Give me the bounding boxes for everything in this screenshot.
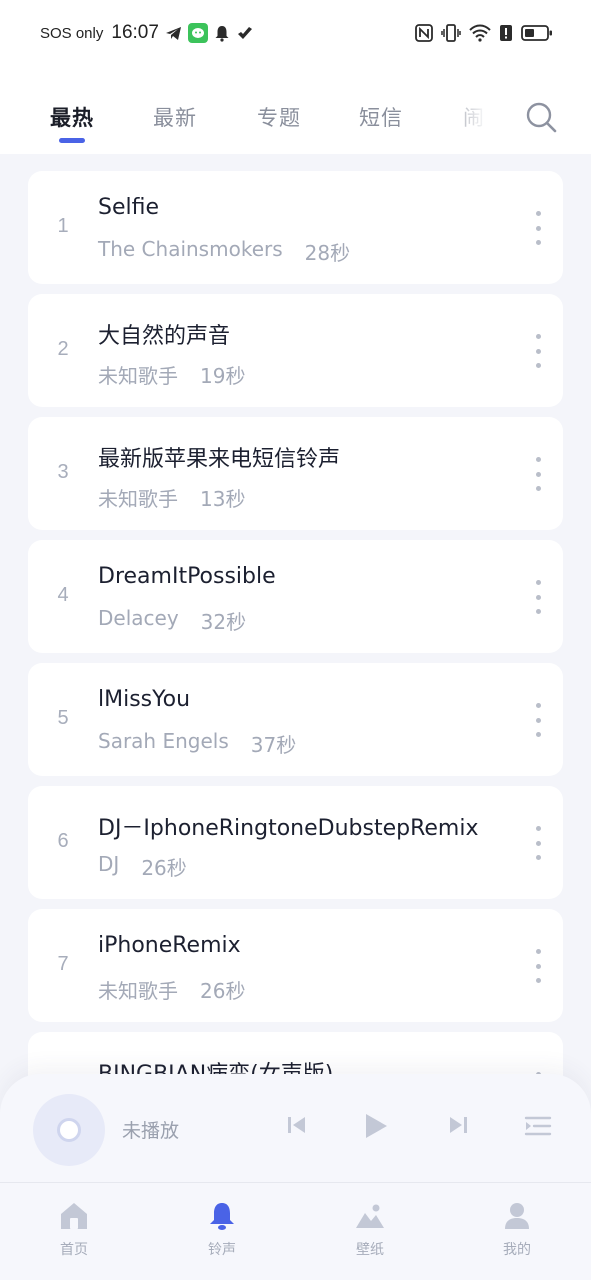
list-item[interactable]: 3 最新版苹果来电短信铃声 未知歌手 13秒 [28,417,563,530]
signal-alert-icon [499,24,513,42]
more-options-icon[interactable] [531,457,545,491]
wifi-icon [469,24,491,42]
tab-hot[interactable]: 最热 [50,102,94,132]
list-item[interactable]: 7 iPhoneRemix 未知歌手 26秒 [28,909,563,1022]
more-options-icon[interactable] [531,211,545,245]
carrier-text: SOS only [40,24,104,42]
ringtone-meta: Delacey 32秒 [98,606,246,635]
ringtone-meta: 未知歌手 13秒 [98,483,245,512]
tab-topics[interactable]: 专题 [257,102,301,132]
status-right [415,20,553,46]
more-options-icon[interactable] [531,580,545,614]
ringtone-artist: Sarah Engels [98,729,229,753]
more-options-icon[interactable] [531,826,545,860]
status-left: SOS only 16:07 [40,20,254,46]
ringtone-artist: DJ [98,852,120,876]
battery-icon [521,24,553,42]
ringtone-artist: 未知歌手 [98,487,178,511]
rank-number: 7 [57,953,69,975]
ringtone-artist: Delacey [98,606,179,630]
ringtone-duration: 19秒 [200,364,246,388]
nav-profile[interactable]: 我的 [477,1201,557,1259]
status-bar: SOS only 16:07 [0,0,591,66]
profile-icon [477,1201,557,1231]
app-notification-icon [236,25,254,41]
rank-number: 1 [57,215,69,237]
ringtone-title: iPhoneRemix [98,933,241,958]
playlist-icon[interactable] [524,1114,552,1142]
ringtone-artist: 未知歌手 [98,364,178,388]
rank-number: 6 [57,830,69,852]
ringtone-duration: 32秒 [200,610,247,634]
ringtone-title: DreamItPossible [98,564,276,589]
ringtone-title: 大自然的声音 [98,324,231,349]
vibrate-icon [441,24,461,42]
ringtone-title: DJ－IphoneRingtoneDubstepRemix [98,816,479,841]
tabs-fade-overlay [440,96,500,140]
album-disc-icon[interactable] [33,1094,105,1166]
ringtone-duration: 37秒 [250,733,297,757]
nfc-icon [415,24,433,42]
list-item[interactable]: 4 DreamItPossible Delacey 32秒 [28,540,563,653]
search-icon [524,102,558,138]
ringtone-meta: Sarah Engels 37秒 [98,729,296,758]
ringtone-meta: 未知歌手 26秒 [98,975,245,1004]
nav-ringtones[interactable]: 铃声 [182,1201,262,1259]
ringtone-duration: 26秒 [141,856,187,880]
nav-home[interactable]: 首页 [34,1201,114,1259]
bell-icon [182,1201,262,1231]
list-item[interactable]: 6 DJ－IphoneRingtoneDubstepRemix DJ 26秒 [28,786,563,899]
play-icon[interactable] [363,1112,389,1144]
player-status-text: 未播放 [122,1120,180,1142]
ringtone-duration: 28秒 [304,241,351,265]
more-options-icon[interactable] [531,334,545,368]
ringtone-meta: DJ 26秒 [98,852,187,881]
wallpaper-icon [330,1201,410,1231]
active-tab-indicator [59,138,85,143]
notification-bell-icon [214,25,230,42]
ringtone-title: 最新版苹果来电短信铃声 [98,447,341,472]
ringtone-meta: The Chainsmokers 28秒 [98,237,350,266]
ringtone-duration: 26秒 [200,979,246,1003]
rank-number: 4 [57,584,69,606]
nav-wallpaper[interactable]: 壁纸 [330,1201,410,1259]
rank-number: 5 [57,707,69,729]
more-options-icon[interactable] [531,703,545,737]
bottom-navigation: 首页 铃声 壁纸 我的 [0,1182,591,1280]
clock: 16:07 [111,22,159,43]
ringtone-artist: The Chainsmokers [98,237,283,261]
list-item[interactable]: 5 lMissYou Sarah Engels 37秒 [28,663,563,776]
more-options-icon[interactable] [531,949,545,983]
tab-sms[interactable]: 短信 [359,102,403,132]
rank-number: 3 [57,461,69,483]
next-track-icon[interactable] [447,1114,469,1140]
nav-label: 首页 [60,1242,88,1258]
rank-number: 2 [57,338,69,360]
previous-track-icon[interactable] [286,1114,308,1140]
list-item[interactable]: 2 大自然的声音 未知歌手 19秒 [28,294,563,407]
mini-player: 未播放 [0,1074,591,1184]
list-item[interactable]: 1 Selfie The Chainsmokers 28秒 [28,171,563,284]
telegram-icon [165,25,182,42]
nav-label: 壁纸 [356,1242,384,1258]
ringtone-meta: 未知歌手 19秒 [98,360,245,389]
ringtone-duration: 13秒 [200,487,246,511]
tab-new[interactable]: 最新 [153,102,197,132]
nav-label: 我的 [503,1242,531,1258]
ringtone-title: lMissYou [98,687,191,712]
nav-label: 铃声 [208,1242,236,1258]
home-icon [34,1201,114,1231]
ringtone-title: Selfie [98,195,160,220]
search-button[interactable] [524,100,558,134]
wechat-icon [187,23,208,43]
category-tabs: 最热 最新 专题 短信 闹 [0,66,591,154]
ringtone-artist: 未知歌手 [98,979,178,1003]
